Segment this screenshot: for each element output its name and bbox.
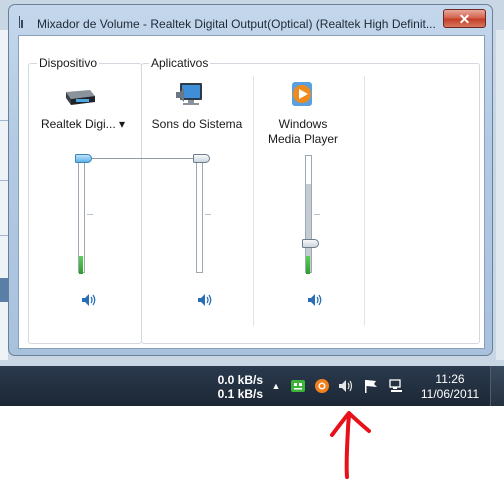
system-clock[interactable]: 11:26 11/06/2011 [414,372,486,402]
mixer-client-area: Dispositivo Aplicativos Realtek Digi... … [18,35,485,349]
net-up-speed: 0.0 kB/s [217,373,263,387]
background-right-strip [496,30,504,360]
clock-time: 11:26 [435,372,465,386]
media-player-mute-button[interactable] [307,293,325,307]
slider-tick [314,214,320,215]
show-desktop-button[interactable] [490,366,504,406]
device-section-label: Dispositivo [37,56,100,70]
volume-icon[interactable] [338,378,354,394]
speaker-icon [198,294,212,306]
orange-app-icon[interactable] [314,378,330,394]
system-sounds-mute-button[interactable] [197,293,215,307]
show-hidden-icons-button[interactable]: ▲ [268,378,284,394]
net-down-speed: 0.1 kB/s [217,387,263,401]
system-sounds-icon [175,80,209,110]
network-icon[interactable] [388,378,404,394]
speaker-icon [82,294,96,306]
slider-tick [205,214,211,215]
device-dropdown[interactable]: Realtek Digi... ▾ [35,117,131,132]
column-separator [253,76,254,326]
window-app-icon[interactable] [19,16,24,28]
device-mute-button[interactable] [81,293,99,307]
applications-section-label: Aplicativos [149,56,211,70]
taskbar: 0.0 kB/s 0.1 kB/s ▲ 11:26 11/06/2011 [0,366,504,406]
network-meter-icon[interactable] [290,378,306,394]
system-sounds-volume-track[interactable] [196,155,203,273]
windows-media-player-icon [287,80,321,110]
background-left-strip [0,30,8,360]
app-name-system-sounds: Sons do Sistema [151,117,243,131]
red-arrow-annotation [330,411,371,479]
master-link-line [89,158,201,159]
slider-tick [87,214,93,215]
system-sounds-volume-slider[interactable] [193,154,210,163]
window-title: Mixador de Volume - Realtek Digital Outp… [37,17,436,31]
media-player-peak-meter [306,256,310,274]
clock-date: 11/06/2011 [420,387,480,401]
action-center-flag-icon[interactable] [363,378,379,394]
speaker-icon [308,294,322,306]
speaker-device-icon [63,80,97,110]
volume-mixer-window: Mixador de Volume - Realtek Digital Outp… [8,4,493,356]
device-peak-meter [79,256,83,274]
network-speed-readout: 0.0 kB/s 0.1 kB/s [205,373,263,401]
column-separator [364,76,365,326]
device-volume-slider[interactable] [75,154,92,163]
media-player-volume-slider[interactable] [302,239,319,248]
app-name-media-player: Windows Media Player [267,117,339,146]
close-button[interactable]: ✕ [443,9,486,28]
